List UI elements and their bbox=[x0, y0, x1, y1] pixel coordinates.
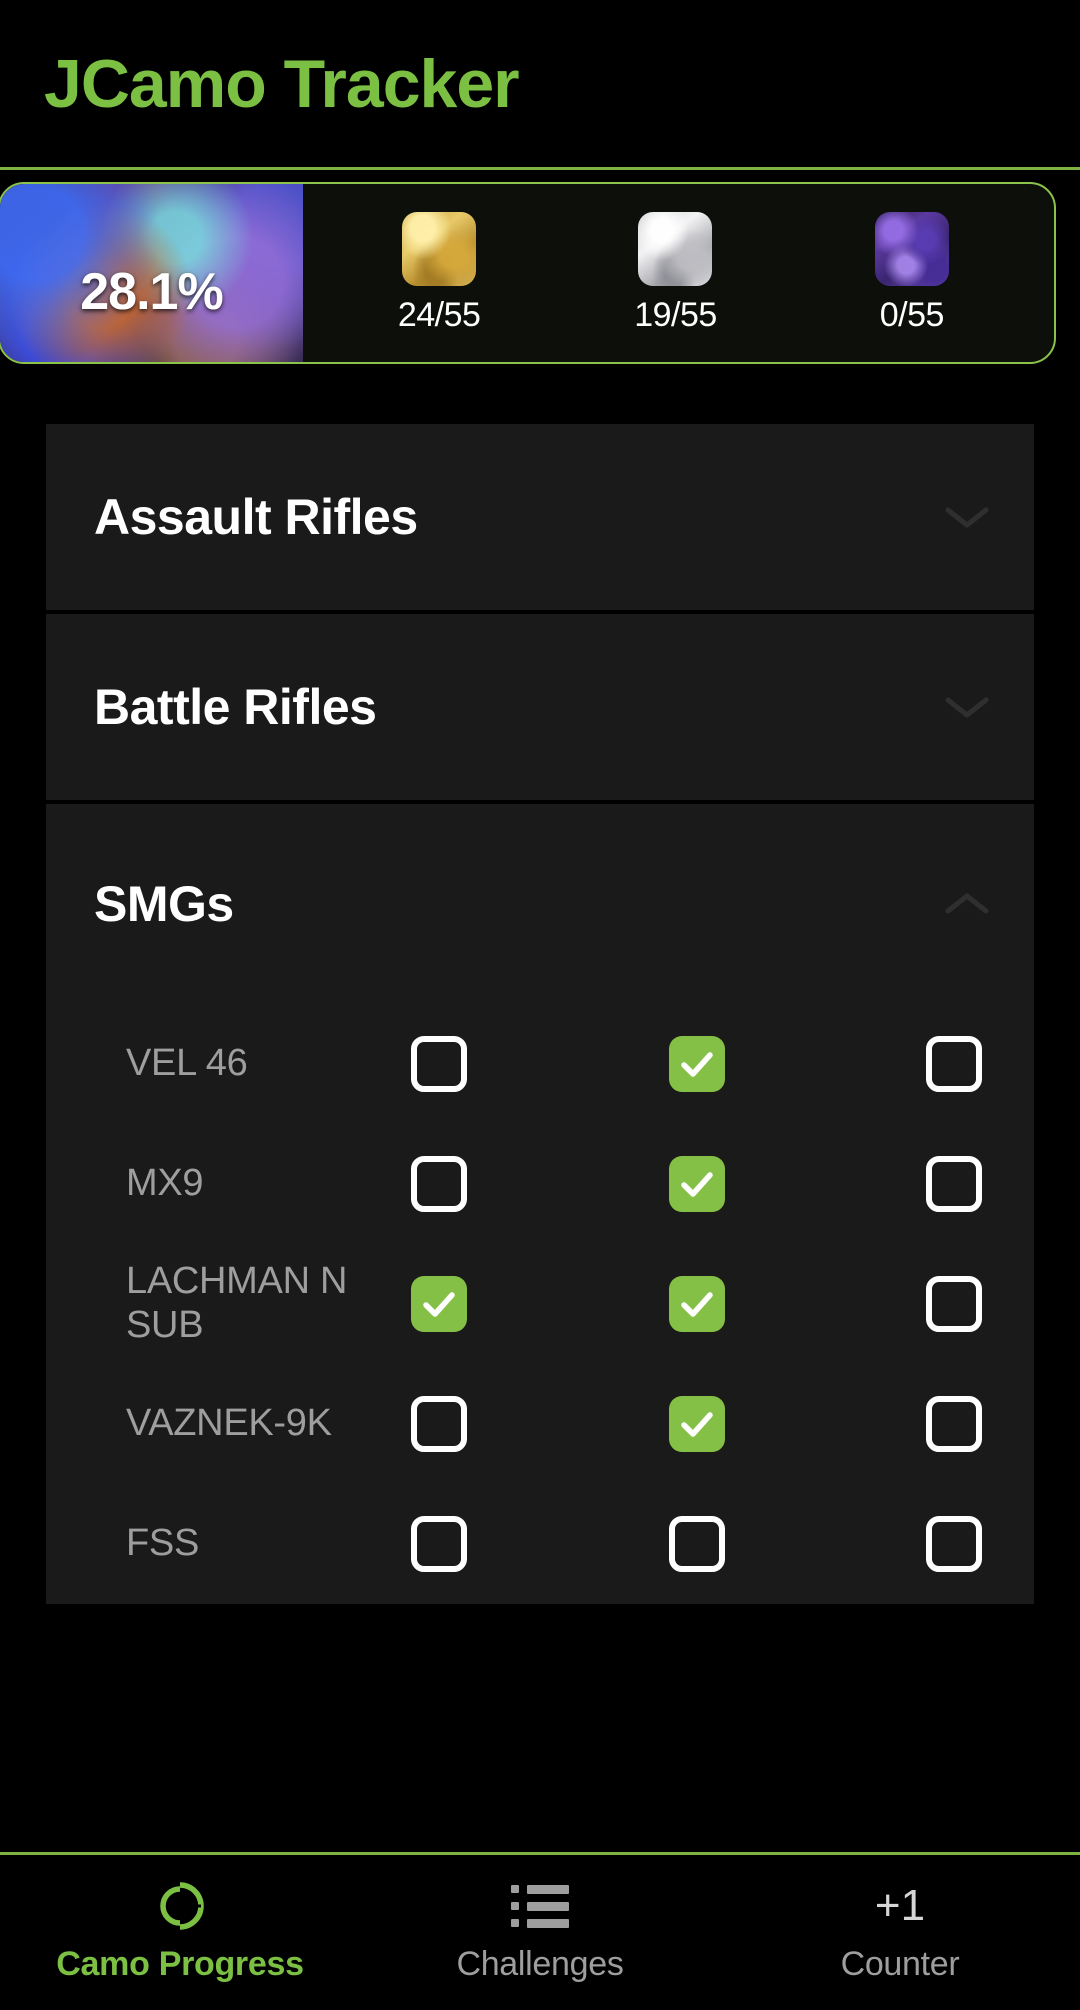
progress-summary-card[interactable]: 28.1% 24/55 19/55 0/55 bbox=[0, 182, 1056, 364]
checkbox-platinum-unchecked[interactable] bbox=[668, 1516, 725, 1572]
weapon-list-smgs: VEL 46 MX9 LACHMAN N SUB VAZNEK-9K FSS bbox=[46, 1004, 1034, 1604]
nav-item-counter[interactable]: +1 Counter bbox=[720, 1855, 1080, 2010]
checkbox-platinum-checked[interactable] bbox=[668, 1036, 725, 1092]
progress-summary-section: 28.1% 24/55 19/55 0/55 bbox=[0, 170, 1080, 378]
weapon-checkbox-group bbox=[411, 1396, 988, 1452]
nav-item-challenges[interactable]: Challenges bbox=[360, 1855, 720, 2010]
camo-stat-gold[interactable]: 24/55 bbox=[364, 211, 514, 335]
weapon-name-label: MX9 bbox=[126, 1162, 204, 1205]
category-card-battle-rifles: Battle Rifles bbox=[46, 614, 1034, 800]
plus-one-glyph: +1 bbox=[874, 1881, 926, 1930]
weapon-row[interactable]: LACHMAN N SUB bbox=[46, 1244, 1034, 1364]
platinum-camo-swatch-icon bbox=[638, 211, 713, 286]
gold-camo-swatch-icon bbox=[402, 211, 477, 286]
checkbox-platinum-checked[interactable] bbox=[668, 1276, 725, 1332]
category-header-assault-rifles[interactable]: Assault Rifles bbox=[46, 424, 1034, 610]
checkbox-polyatomic-unchecked[interactable] bbox=[926, 1396, 982, 1452]
weapon-name-label: LACHMAN N SUB bbox=[126, 1260, 348, 1346]
category-card-smgs: SMGs VEL 46 MX9 LACHMAN N SUB VAZNEK-9K FSS bbox=[46, 804, 1034, 1604]
chevron-up-icon[interactable] bbox=[944, 891, 990, 917]
weapon-checkbox-group bbox=[411, 1276, 988, 1332]
checkbox-platinum-checked[interactable] bbox=[668, 1156, 725, 1212]
checkbox-polyatomic-unchecked[interactable] bbox=[926, 1516, 982, 1572]
weapon-checkbox-group bbox=[411, 1156, 988, 1212]
progress-ring-icon bbox=[155, 1881, 205, 1931]
nav-label: Camo Progress bbox=[56, 1945, 304, 1983]
app-bar: JCamo Tracker bbox=[0, 0, 1080, 170]
plus-one-icon: +1 bbox=[875, 1881, 925, 1931]
weapon-name-label: VAZNEK-9K bbox=[126, 1402, 332, 1445]
category-title: Assault Rifles bbox=[94, 489, 418, 545]
checkbox-gold-unchecked[interactable] bbox=[411, 1036, 467, 1092]
category-card-assault-rifles: Assault Rifles bbox=[46, 424, 1034, 610]
category-title: SMGs bbox=[94, 876, 234, 932]
checkbox-gold-unchecked[interactable] bbox=[411, 1516, 467, 1572]
checkbox-gold-unchecked[interactable] bbox=[411, 1156, 467, 1212]
weapon-name-label: FSS bbox=[126, 1522, 200, 1565]
overall-progress-tile: 28.1% bbox=[0, 184, 303, 362]
checkbox-polyatomic-unchecked[interactable] bbox=[926, 1156, 982, 1212]
polyatomic-camo-swatch-icon bbox=[874, 211, 949, 286]
checkbox-gold-checked[interactable] bbox=[411, 1276, 467, 1332]
weapon-name-label: VEL 46 bbox=[126, 1042, 248, 1085]
checkbox-polyatomic-unchecked[interactable] bbox=[926, 1036, 982, 1092]
weapon-row[interactable]: VEL 46 bbox=[46, 1004, 1034, 1124]
camo-stats-row: 24/55 19/55 0/55 bbox=[303, 184, 1054, 362]
nav-label: Challenges bbox=[456, 1945, 624, 1983]
chevron-down-icon[interactable] bbox=[944, 694, 990, 720]
camo-stat-platinum[interactable]: 19/55 bbox=[600, 211, 750, 335]
camo-stat-polyatomic[interactable]: 0/55 bbox=[837, 211, 987, 335]
camo-count-label: 24/55 bbox=[397, 295, 481, 334]
overall-progress-percent: 28.1% bbox=[80, 263, 223, 321]
checkbox-polyatomic-unchecked[interactable] bbox=[926, 1276, 982, 1332]
checkbox-platinum-checked[interactable] bbox=[668, 1396, 725, 1452]
weapon-checkbox-group bbox=[411, 1516, 988, 1572]
weapon-row[interactable]: VAZNEK-9K bbox=[46, 1364, 1034, 1484]
page-title: JCamo Tracker bbox=[44, 45, 520, 122]
category-header-smgs[interactable]: SMGs bbox=[46, 804, 1034, 1004]
weapon-checkbox-group bbox=[411, 1036, 988, 1092]
chevron-down-icon[interactable] bbox=[944, 504, 990, 530]
category-header-battle-rifles[interactable]: Battle Rifles bbox=[46, 614, 1034, 800]
weapon-category-list[interactable]: Assault Rifles Battle Rifles SMGs VEL 46 MX9… bbox=[0, 378, 1080, 1852]
app-root: JCamo Tracker 28.1% 24/55 19/55 0/55 Assau… bbox=[0, 0, 1080, 2010]
camo-count-label: 19/55 bbox=[634, 295, 717, 334]
category-title: Battle Rifles bbox=[94, 679, 377, 735]
weapon-row[interactable]: MX9 bbox=[46, 1124, 1034, 1244]
bottom-navigation-bar: Camo Progress Challenges +1 Counter bbox=[0, 1852, 1080, 2010]
checkbox-gold-unchecked[interactable] bbox=[411, 1396, 467, 1452]
nav-item-camo-progress[interactable]: Camo Progress bbox=[0, 1855, 360, 2010]
nav-label: Counter bbox=[840, 1945, 960, 1983]
weapon-row[interactable]: FSS bbox=[46, 1484, 1034, 1604]
list-icon bbox=[511, 1881, 569, 1931]
camo-count-label: 0/55 bbox=[879, 295, 945, 334]
